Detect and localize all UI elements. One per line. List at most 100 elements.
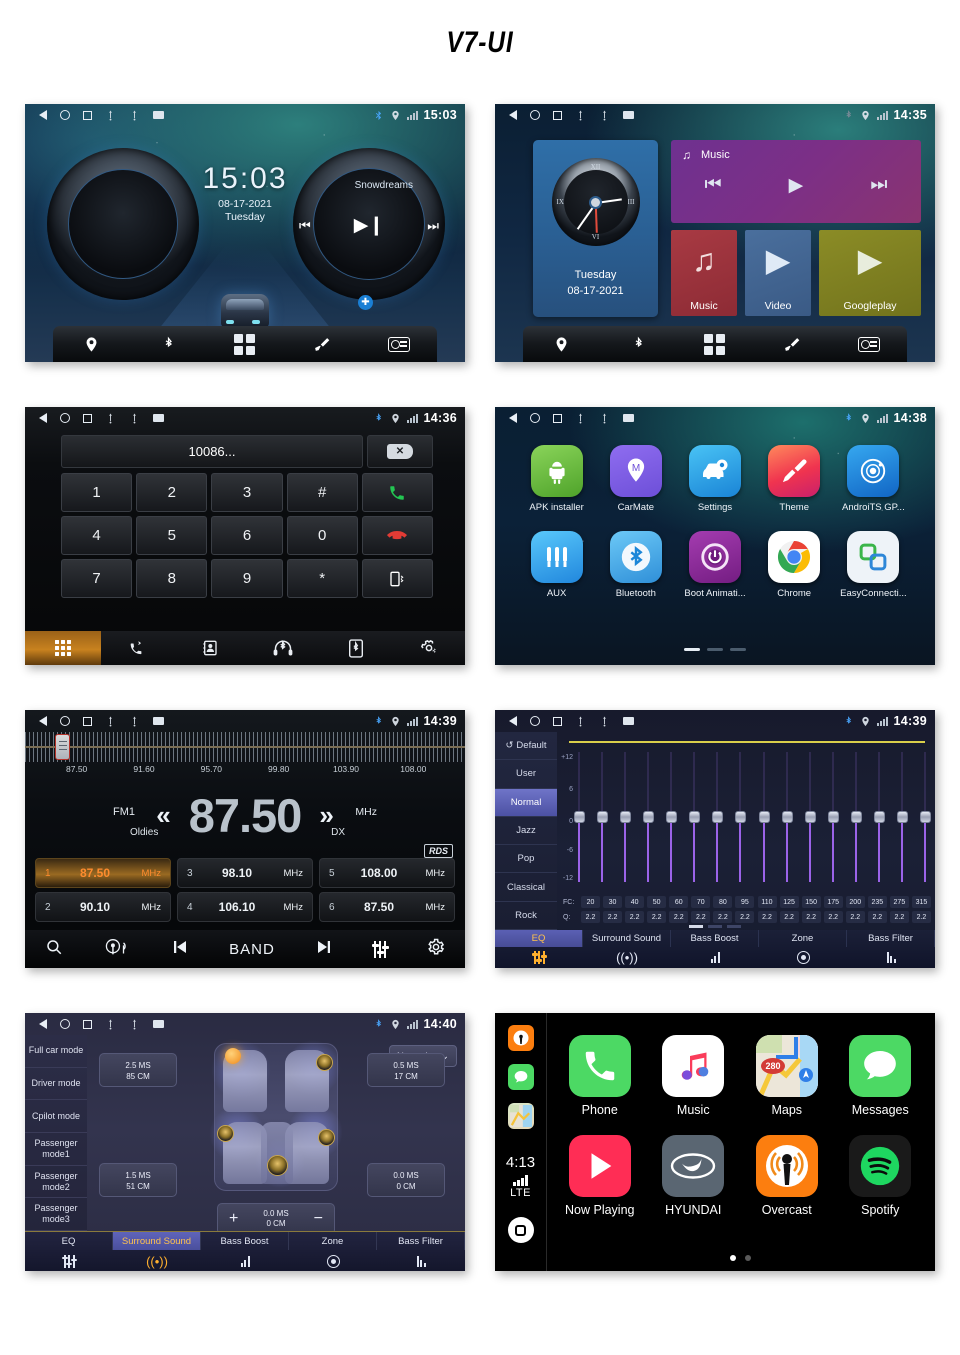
mode-cpilot[interactable]: Cpilot mode xyxy=(25,1100,87,1134)
eq-band-slider[interactable] xyxy=(712,752,724,882)
search-icon[interactable] xyxy=(45,938,63,961)
eq-preset-pop[interactable]: Pop xyxy=(495,845,557,874)
slider-thumb[interactable] xyxy=(666,811,678,823)
panel-home-screen[interactable]: 15:03 15:03 08-17-2021 Tuesday Snowdream… xyxy=(25,104,465,362)
recents-icon[interactable] xyxy=(83,413,92,423)
tab-bt-phone[interactable] xyxy=(319,631,392,665)
radio-tower-icon[interactable] xyxy=(104,938,130,961)
slider-thumb[interactable] xyxy=(735,811,747,823)
eq-band-slider[interactable] xyxy=(781,752,793,882)
fc-value[interactable]: 150 xyxy=(801,896,821,908)
home-icon[interactable] xyxy=(530,110,540,120)
preset-5[interactable]: 5 108.00 MHz xyxy=(319,858,455,888)
tab-eq[interactable]: EQ xyxy=(495,930,583,947)
eq-preset-jazz[interactable]: Jazz xyxy=(495,817,557,846)
carplay-app-grid[interactable]: Phone Music 280 Maps Messages Now Playin… xyxy=(559,1035,921,1217)
page-dot[interactable] xyxy=(744,1255,751,1261)
play-pause-icon[interactable]: ▶❙ xyxy=(354,214,385,237)
audio-tabs[interactable]: EQ Surround Sound Bass Boost Zone Bass F… xyxy=(495,930,935,947)
q-value[interactable]: 2.2 xyxy=(889,911,909,923)
back-icon[interactable] xyxy=(39,413,47,423)
q-value[interactable]: 2.2 xyxy=(669,911,689,923)
eq-band-slider[interactable] xyxy=(597,752,609,882)
eq-band-slider[interactable] xyxy=(620,752,632,882)
eq-band-slider[interactable] xyxy=(574,752,585,882)
mode-passenger-3[interactable]: Passenger mode3 xyxy=(25,1198,87,1232)
audio-tab-icons[interactable]: ((•)) xyxy=(25,1250,465,1271)
app-settings[interactable]: Settings xyxy=(675,445,754,513)
audio-tab-icons[interactable]: ((•)) xyxy=(495,947,935,968)
fc-value[interactable]: 20 xyxy=(581,896,600,908)
key-1[interactable]: 1 xyxy=(61,473,133,512)
fc-value[interactable]: 95 xyxy=(735,896,755,908)
music-widget-controls[interactable]: ⏮ ▶ ⏭ xyxy=(671,174,921,197)
dialer-number-field[interactable]: 10086... xyxy=(61,435,363,468)
recents-icon[interactable] xyxy=(83,110,92,120)
tile-music[interactable]: ♫ Music xyxy=(671,230,737,316)
tab-zone[interactable]: Zone xyxy=(759,930,847,947)
key-6[interactable]: 6 xyxy=(211,516,283,555)
eq-sliders-icon[interactable] xyxy=(371,940,389,958)
key-5[interactable]: 5 xyxy=(136,516,208,555)
slider-thumb[interactable] xyxy=(873,811,885,823)
home-icon[interactable] xyxy=(60,413,70,423)
slider-thumb[interactable] xyxy=(896,811,908,823)
key-9[interactable]: 9 xyxy=(211,559,283,598)
recents-icon[interactable] xyxy=(83,1019,92,1029)
app-apk-installer[interactable]: APK installer xyxy=(517,445,596,513)
tile-googleplay[interactable]: ▶ Googleplay xyxy=(819,230,921,316)
zone-target-icon[interactable] xyxy=(759,947,847,968)
theme-brush-icon[interactable] xyxy=(778,332,806,356)
apps-grid-icon[interactable] xyxy=(231,332,259,356)
tab-bass-boost[interactable]: Bass Boost xyxy=(201,1232,289,1250)
decrease-button[interactable]: − xyxy=(314,1210,323,1228)
surround-mode-list[interactable]: Full car mode Driver mode Cpilot mode Pa… xyxy=(25,1035,87,1232)
panel-app-drawer[interactable]: 14:38 APK installer M CarMate Settings T… xyxy=(495,407,935,665)
slider-thumb[interactable] xyxy=(597,811,609,823)
delay-front-left[interactable]: 2.5 MS 85 CM xyxy=(99,1053,177,1087)
location-icon[interactable] xyxy=(77,332,105,356)
q-value[interactable]: 2.2 xyxy=(603,911,623,923)
call-button[interactable] xyxy=(361,473,433,512)
dialer-keypad[interactable]: 1 2 3 # 4 5 6 0 7 8 9 * xyxy=(61,473,433,598)
key-7[interactable]: 7 xyxy=(61,559,133,598)
tile-video[interactable]: ▶ Video xyxy=(745,230,811,316)
eq-band-slider[interactable] xyxy=(919,752,931,882)
q-value[interactable]: 2.2 xyxy=(625,911,645,923)
tab-bt-headset[interactable] xyxy=(247,631,320,665)
radio-icon[interactable] xyxy=(385,332,413,356)
location-icon[interactable] xyxy=(547,332,575,356)
slider-thumb[interactable] xyxy=(827,811,839,823)
tab-call-history[interactable] xyxy=(101,631,174,665)
carplay-app-hyundai[interactable]: HYUNDAI xyxy=(653,1135,735,1217)
fc-value[interactable]: 275 xyxy=(889,896,909,908)
key-0[interactable]: 0 xyxy=(286,516,358,555)
app-chrome[interactable]: Chrome xyxy=(755,531,834,599)
volume-knob[interactable] xyxy=(47,148,199,300)
eq-band-slider[interactable] xyxy=(758,752,770,882)
page-dot[interactable] xyxy=(730,648,746,651)
slider-thumb[interactable] xyxy=(574,811,585,823)
fc-value[interactable]: 30 xyxy=(603,896,623,908)
eq-band-slider[interactable] xyxy=(666,752,678,882)
dock-bar[interactable] xyxy=(523,326,907,362)
fc-value[interactable]: 235 xyxy=(867,896,887,908)
carplay-app-maps[interactable]: 280 Maps xyxy=(746,1035,828,1117)
tuner-strip[interactable] xyxy=(25,732,465,762)
fc-value[interactable]: 60 xyxy=(669,896,689,908)
app-theme[interactable]: Theme xyxy=(755,445,834,513)
eq-preset-list[interactable]: ↺ Default User Normal Jazz Pop Classical… xyxy=(495,732,557,930)
q-value[interactable]: 2.2 xyxy=(691,911,711,923)
tab-contacts[interactable] xyxy=(174,631,247,665)
key-3[interactable]: 3 xyxy=(211,473,283,512)
tab-keypad[interactable] xyxy=(25,631,101,665)
eq-band-slider[interactable] xyxy=(735,752,747,882)
fc-cells[interactable]: 20 30 40 50 60 70 80 95 110 125 150 175 200 235 275 315 xyxy=(581,896,931,908)
apps-grid-icon[interactable] xyxy=(701,332,729,356)
delay-rear-left[interactable]: 1.5 MS 51 CM xyxy=(99,1163,177,1197)
key-2[interactable]: 2 xyxy=(136,473,208,512)
delay-rear-right[interactable]: 0.0 MS 0 CM xyxy=(367,1163,445,1197)
slider-thumb[interactable] xyxy=(781,811,793,823)
slider-thumb[interactable] xyxy=(712,811,724,823)
fc-value[interactable]: 125 xyxy=(779,896,799,908)
